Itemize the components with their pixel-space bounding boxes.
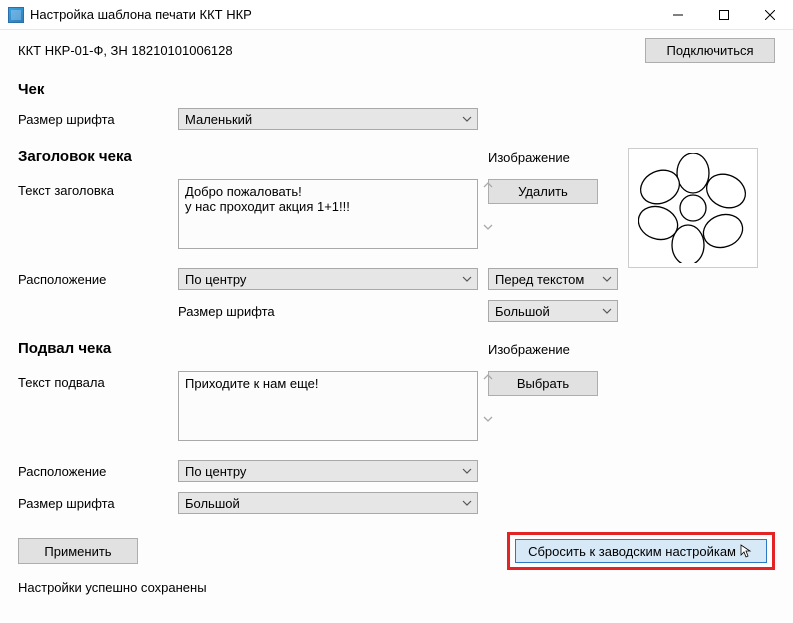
reset-button-label: Сбросить к заводским настройкам [528,544,736,559]
reset-button[interactable]: Сбросить к заводским настройкам [515,539,767,563]
apply-button[interactable]: Применить [18,538,138,564]
minimize-button[interactable] [655,0,701,30]
connect-button[interactable]: Подключиться [645,38,775,63]
window-titlebar: Настройка шаблона печати ККТ НКР [0,0,793,30]
apply-button-label: Применить [44,544,111,559]
footer-position-value: По центру [185,464,246,479]
chevron-down-icon [461,113,473,125]
chevron-down-icon [461,465,473,477]
cursor-icon [740,544,754,558]
header-position-value: По центру [185,272,246,287]
footer-text-label: Текст подвала [18,371,168,390]
footer-font-label: Размер шрифта [18,492,168,511]
chevron-down-icon [601,305,613,317]
header-image-delete-label: Удалить [518,184,568,199]
footer-position-select[interactable]: По центру [178,460,478,482]
footer-font-value: Большой [185,496,240,511]
connect-button-label: Подключиться [666,43,753,58]
footer-font-select[interactable]: Большой [178,492,478,514]
window-title: Настройка шаблона печати ККТ НКР [30,7,252,22]
header-position-select[interactable]: По центру [178,268,478,290]
chevron-down-icon [601,273,613,285]
chevron-down-icon [482,221,494,233]
textarea-spin [482,371,494,425]
header-image-delete-button[interactable]: Удалить [488,179,598,204]
chevron-up-icon [482,371,494,383]
header-font-select[interactable]: Большой [488,300,618,322]
footer-image-select-button[interactable]: Выбрать [488,371,598,396]
check-font-label: Размер шрифта [18,108,168,127]
footer-text-input[interactable] [178,371,478,441]
header-image-preview [628,148,758,268]
footer-image-select-label: Выбрать [517,376,569,391]
chevron-down-icon [461,273,473,285]
header-text-label: Текст заголовка [18,179,168,198]
chevron-down-icon [482,413,494,425]
reset-highlight: Сбросить к заводским настройкам [507,532,775,570]
footer-image-label: Изображение [488,340,618,357]
header-position-label: Расположение [18,268,168,287]
check-font-select[interactable]: Маленький [178,108,478,130]
header-font-value: Большой [495,304,550,319]
section-header: Заголовок чека [18,148,478,165]
header-text-input[interactable] [178,179,478,249]
textarea-spin [482,179,494,233]
status-text: Настройки успешно сохранены [18,580,775,595]
close-button[interactable] [747,0,793,30]
header-image-position-value: Перед текстом [495,272,584,287]
app-icon [8,7,24,23]
maximize-button[interactable] [701,0,747,30]
check-font-value: Маленький [185,112,252,127]
section-check: Чек [18,81,775,98]
header-font-label: Размер шрифта [178,300,478,319]
footer-position-label: Расположение [18,460,168,479]
header-image-position-select[interactable]: Перед текстом [488,268,618,290]
section-footer: Подвал чека [18,340,478,357]
header-image-label: Изображение [488,148,618,165]
chevron-down-icon [461,497,473,509]
chevron-up-icon [482,179,494,191]
device-info: ККТ НКР-01-Ф, ЗН 18210101006128 [18,43,645,58]
